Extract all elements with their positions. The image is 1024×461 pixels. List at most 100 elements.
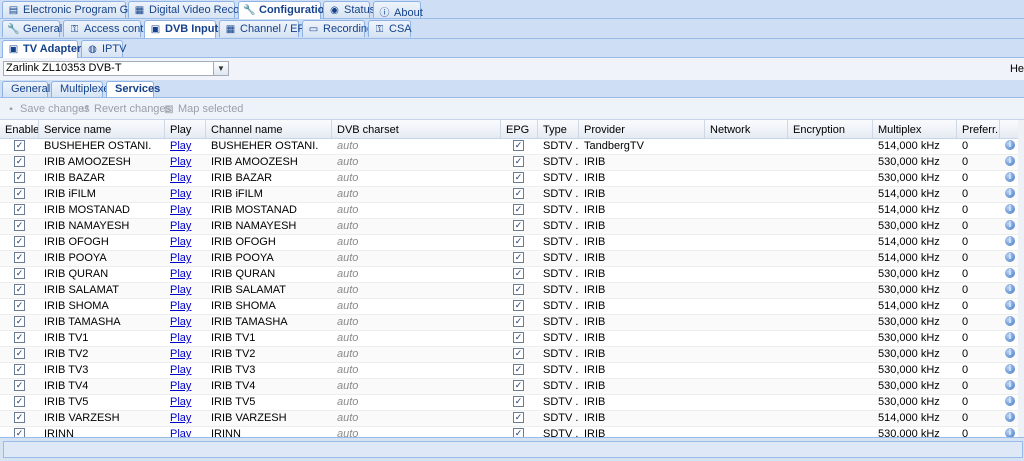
tab-adapter-general[interactable]: General — [2, 81, 50, 97]
multiplex-cell[interactable]: 530,000 kHz — [873, 171, 957, 186]
epg-checkbox[interactable]: ✓ — [513, 267, 524, 279]
enabled-checkbox[interactable]: ✓ — [14, 379, 25, 391]
info-icon[interactable]: i — [1005, 156, 1015, 167]
info-icon[interactable]: i — [1005, 140, 1015, 151]
network-cell[interactable] — [705, 251, 788, 266]
encryption-cell[interactable] — [788, 379, 873, 394]
service-cell[interactable]: IRIB QURAN — [39, 267, 165, 282]
tab-about[interactable]: ⓘ About — [373, 1, 423, 19]
channel-cell[interactable]: IRIB POOYA — [206, 251, 332, 266]
table-row[interactable]: ✓ IRIB iFILM Play IRIB iFILM auto ✓ SDTV ... IR… — [0, 187, 1024, 203]
pref-cell[interactable]: 0 — [957, 395, 1000, 410]
pref-cell[interactable]: 0 — [957, 171, 1000, 186]
pref-cell[interactable]: 0 — [957, 427, 1000, 437]
type-cell[interactable]: SDTV ... — [538, 299, 579, 314]
charset-cell[interactable]: auto — [332, 187, 501, 202]
tab-services[interactable]: Services — [106, 81, 160, 97]
multiplex-cell[interactable]: 530,000 kHz — [873, 315, 957, 330]
info-icon[interactable]: i — [1005, 412, 1015, 423]
table-row[interactable]: ✓ IRIB TV4 Play IRIB TV4 auto ✓ SDTV ... IRIB 53… — [0, 379, 1024, 395]
table-row[interactable]: ✓ IRIB TV3 Play IRIB TV3 auto ✓ SDTV ... IRIB 53… — [0, 363, 1024, 379]
type-cell[interactable]: SDTV ... — [538, 395, 579, 410]
tab-epg[interactable]: ▤ Electronic Program Guide — [2, 1, 149, 18]
col-channel-name[interactable]: Channel name — [206, 120, 332, 138]
enabled-checkbox[interactable]: ✓ — [14, 411, 25, 423]
table-row[interactable]: ✓ IRIB OFOGH Play IRIB OFOGH auto ✓ SDTV ... IR… — [0, 235, 1024, 251]
epg-checkbox[interactable]: ✓ — [513, 363, 524, 375]
table-row[interactable]: ✓ IRIB TV2 Play IRIB TV2 auto ✓ SDTV ... IRIB 53… — [0, 347, 1024, 363]
play-link[interactable]: Play — [170, 364, 191, 376]
pref-cell[interactable]: 0 — [957, 331, 1000, 346]
info-icon[interactable]: i — [1005, 300, 1015, 311]
network-cell[interactable] — [705, 331, 788, 346]
info-icon[interactable]: i — [1005, 364, 1015, 375]
enabled-checkbox[interactable]: ✓ — [14, 267, 25, 279]
provider-cell[interactable]: IRIB — [579, 331, 705, 346]
play-link[interactable]: Play — [170, 236, 191, 248]
info-icon[interactable]: i — [1005, 268, 1015, 279]
epg-checkbox[interactable]: ✓ — [513, 139, 524, 151]
provider-cell[interactable]: IRIB — [579, 411, 705, 426]
enabled-checkbox[interactable]: ✓ — [14, 139, 25, 151]
table-row[interactable]: ✓ IRIB MOSTANAD Play IRIB MOSTANAD auto ✓ SDTV… — [0, 203, 1024, 219]
channel-cell[interactable]: IRIB MOSTANAD — [206, 203, 332, 218]
revert-changes-button[interactable]: ↺ Revert changes — [79, 103, 171, 115]
service-cell[interactable]: IRIB TV2 — [39, 347, 165, 362]
provider-cell[interactable]: IRIB — [579, 187, 705, 202]
info-icon[interactable]: i — [1005, 284, 1015, 295]
type-cell[interactable]: SDTV ... — [538, 411, 579, 426]
table-row[interactable]: ✓ IRIB BAZAR Play IRIB BAZAR auto ✓ SDTV ... IR… — [0, 171, 1024, 187]
save-changes-button[interactable]: ▪ Save changes — [5, 103, 90, 115]
encryption-cell[interactable] — [788, 283, 873, 298]
multiplex-cell[interactable]: 514,000 kHz — [873, 411, 957, 426]
channel-cell[interactable]: IRIB NAMAYESH — [206, 219, 332, 234]
network-cell[interactable] — [705, 363, 788, 378]
channel-cell[interactable]: IRIB TV3 — [206, 363, 332, 378]
pref-cell[interactable]: 0 — [957, 283, 1000, 298]
enabled-checkbox[interactable]: ✓ — [14, 155, 25, 167]
epg-checkbox[interactable]: ✓ — [513, 379, 524, 391]
type-cell[interactable]: SDTV ... — [538, 283, 579, 298]
encryption-cell[interactable] — [788, 427, 873, 437]
charset-cell[interactable]: auto — [332, 203, 501, 218]
play-link[interactable]: Play — [170, 396, 191, 408]
col-dvb-charset[interactable]: DVB charset — [332, 120, 501, 138]
play-link[interactable]: Play — [170, 204, 191, 216]
encryption-cell[interactable] — [788, 331, 873, 346]
pref-cell[interactable]: 0 — [957, 139, 1000, 154]
provider-cell[interactable]: IRIB — [579, 155, 705, 170]
encryption-cell[interactable] — [788, 219, 873, 234]
provider-cell[interactable]: IRIB — [579, 283, 705, 298]
epg-checkbox[interactable]: ✓ — [513, 171, 524, 183]
tab-access-control[interactable]: ⚿ Access control — [63, 20, 156, 37]
epg-checkbox[interactable]: ✓ — [513, 347, 524, 359]
network-cell[interactable] — [705, 347, 788, 362]
info-icon[interactable]: i — [1005, 236, 1015, 247]
table-row[interactable]: ✓ IRIB SALAMAT Play IRIB SALAMAT auto ✓ SDTV .… — [0, 283, 1024, 299]
multiplex-cell[interactable]: 514,000 kHz — [873, 299, 957, 314]
network-cell[interactable] — [705, 427, 788, 437]
network-cell[interactable] — [705, 155, 788, 170]
service-cell[interactable]: IRIB BAZAR — [39, 171, 165, 186]
pref-cell[interactable]: 0 — [957, 235, 1000, 250]
charset-cell[interactable]: auto — [332, 155, 501, 170]
service-cell[interactable]: IRIB TAMASHA — [39, 315, 165, 330]
type-cell[interactable]: SDTV ... — [538, 331, 579, 346]
enabled-checkbox[interactable]: ✓ — [14, 299, 25, 311]
info-icon[interactable]: i — [1005, 316, 1015, 327]
channel-cell[interactable]: IRINN — [206, 427, 332, 437]
col-multiplex[interactable]: Multiplex — [873, 120, 957, 138]
epg-checkbox[interactable]: ✓ — [513, 411, 524, 423]
provider-cell[interactable]: IRIB — [579, 203, 705, 218]
charset-cell[interactable]: auto — [332, 251, 501, 266]
enabled-checkbox[interactable]: ✓ — [14, 331, 25, 343]
pref-cell[interactable]: 0 — [957, 347, 1000, 362]
table-row[interactable]: ✓ IRIB TV5 Play IRIB TV5 auto ✓ SDTV ... IRIB 53… — [0, 395, 1024, 411]
pref-cell[interactable]: 0 — [957, 219, 1000, 234]
charset-cell[interactable]: auto — [332, 139, 501, 154]
provider-cell[interactable]: IRIB — [579, 171, 705, 186]
info-icon[interactable]: i — [1005, 396, 1015, 407]
network-cell[interactable] — [705, 283, 788, 298]
tab-dvb-inputs[interactable]: ▣ DVB Inputs — [144, 20, 224, 38]
service-cell[interactable]: IRIB MOSTANAD — [39, 203, 165, 218]
